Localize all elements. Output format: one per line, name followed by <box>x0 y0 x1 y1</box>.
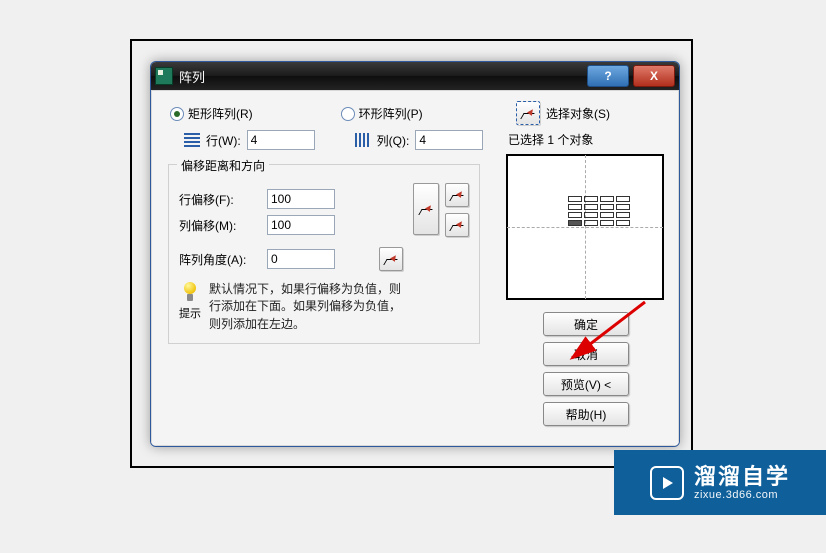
watermark-url: zixue.3d66.com <box>694 489 790 502</box>
cancel-label: 取消 <box>574 346 598 363</box>
angle-input[interactable] <box>267 249 335 269</box>
preview-grid <box>567 195 631 227</box>
radio-polar-label: 环形阵列(P) <box>359 105 423 122</box>
rows-input[interactable] <box>247 130 315 150</box>
array-dialog: 阵列 ? X 矩形阵列(R) 环形阵列(P) 行(W): <box>150 61 680 447</box>
cols-icon <box>355 133 371 147</box>
watermark-title: 溜溜自学 <box>694 464 790 489</box>
preview-label: 预览(V) < <box>561 376 611 393</box>
pick-icon <box>450 188 464 202</box>
ok-button[interactable]: 确定 <box>543 312 629 336</box>
dialog-client: 矩形阵列(R) 环形阵列(P) 行(W): 列(Q): 偏移距离和方向 <box>151 90 679 446</box>
radio-dot-icon <box>170 107 184 121</box>
pick-both-offsets-button[interactable] <box>413 183 439 235</box>
lightbulb-icon <box>181 281 199 303</box>
ok-label: 确定 <box>574 316 598 333</box>
groupbox-legend: 偏移距离和方向 <box>177 157 269 174</box>
col-offset-label: 列偏移(M): <box>179 217 259 234</box>
hint-text: 默认情况下，如果行偏移为负值，则行添加在下面。如果列偏移为负值，则列添加在左边。 <box>209 281 409 333</box>
dialog-title: 阵列 <box>179 67 587 86</box>
rows-icon <box>184 133 200 147</box>
preview-pane <box>506 154 664 300</box>
pick-icon <box>419 202 433 216</box>
selection-count: 已选择 1 个对象 <box>508 131 666 148</box>
hint-label: 提示 <box>179 305 201 321</box>
offset-groupbox: 偏移距离和方向 行偏移(F): 列偏移(M): <box>168 164 480 344</box>
row-offset-label: 行偏移(F): <box>179 191 259 208</box>
angle-label: 阵列角度(A): <box>179 251 259 268</box>
app-icon <box>155 67 173 85</box>
help-button[interactable]: 帮助(H) <box>543 402 629 426</box>
pick-angle-button[interactable] <box>379 247 403 271</box>
pick-row-offset-button[interactable] <box>445 183 469 207</box>
row-offset-input[interactable] <box>267 189 335 209</box>
cancel-button[interactable]: 取消 <box>543 342 629 366</box>
cols-input[interactable] <box>415 130 483 150</box>
select-objects-label: 选择对象(S) <box>546 105 610 122</box>
pick-icon <box>450 218 464 232</box>
axis-v <box>585 155 586 299</box>
help-label: 帮助(H) <box>566 406 607 423</box>
select-objects-button[interactable] <box>516 101 540 125</box>
close-glyph: X <box>650 69 658 83</box>
titlebar-help-button[interactable]: ? <box>587 65 629 87</box>
help-glyph: ? <box>604 69 611 83</box>
radio-polar[interactable]: 环形阵列(P) <box>341 105 423 122</box>
pick-icon <box>521 106 535 120</box>
watermark: 溜溜自学 zixue.3d66.com <box>614 450 826 515</box>
radio-rectangular[interactable]: 矩形阵列(R) <box>170 105 253 122</box>
cols-label: 列(Q): <box>377 132 410 149</box>
pick-icon <box>384 252 398 266</box>
radio-dot-icon <box>341 107 355 121</box>
titlebar-close-button[interactable]: X <box>633 65 675 87</box>
titlebar: 阵列 ? X <box>151 62 679 90</box>
pick-col-offset-button[interactable] <box>445 213 469 237</box>
col-offset-input[interactable] <box>267 215 335 235</box>
watermark-play-icon <box>650 466 684 500</box>
rows-label: 行(W): <box>206 132 241 149</box>
radio-rect-label: 矩形阵列(R) <box>188 105 253 122</box>
preview-button[interactable]: 预览(V) < <box>543 372 629 396</box>
